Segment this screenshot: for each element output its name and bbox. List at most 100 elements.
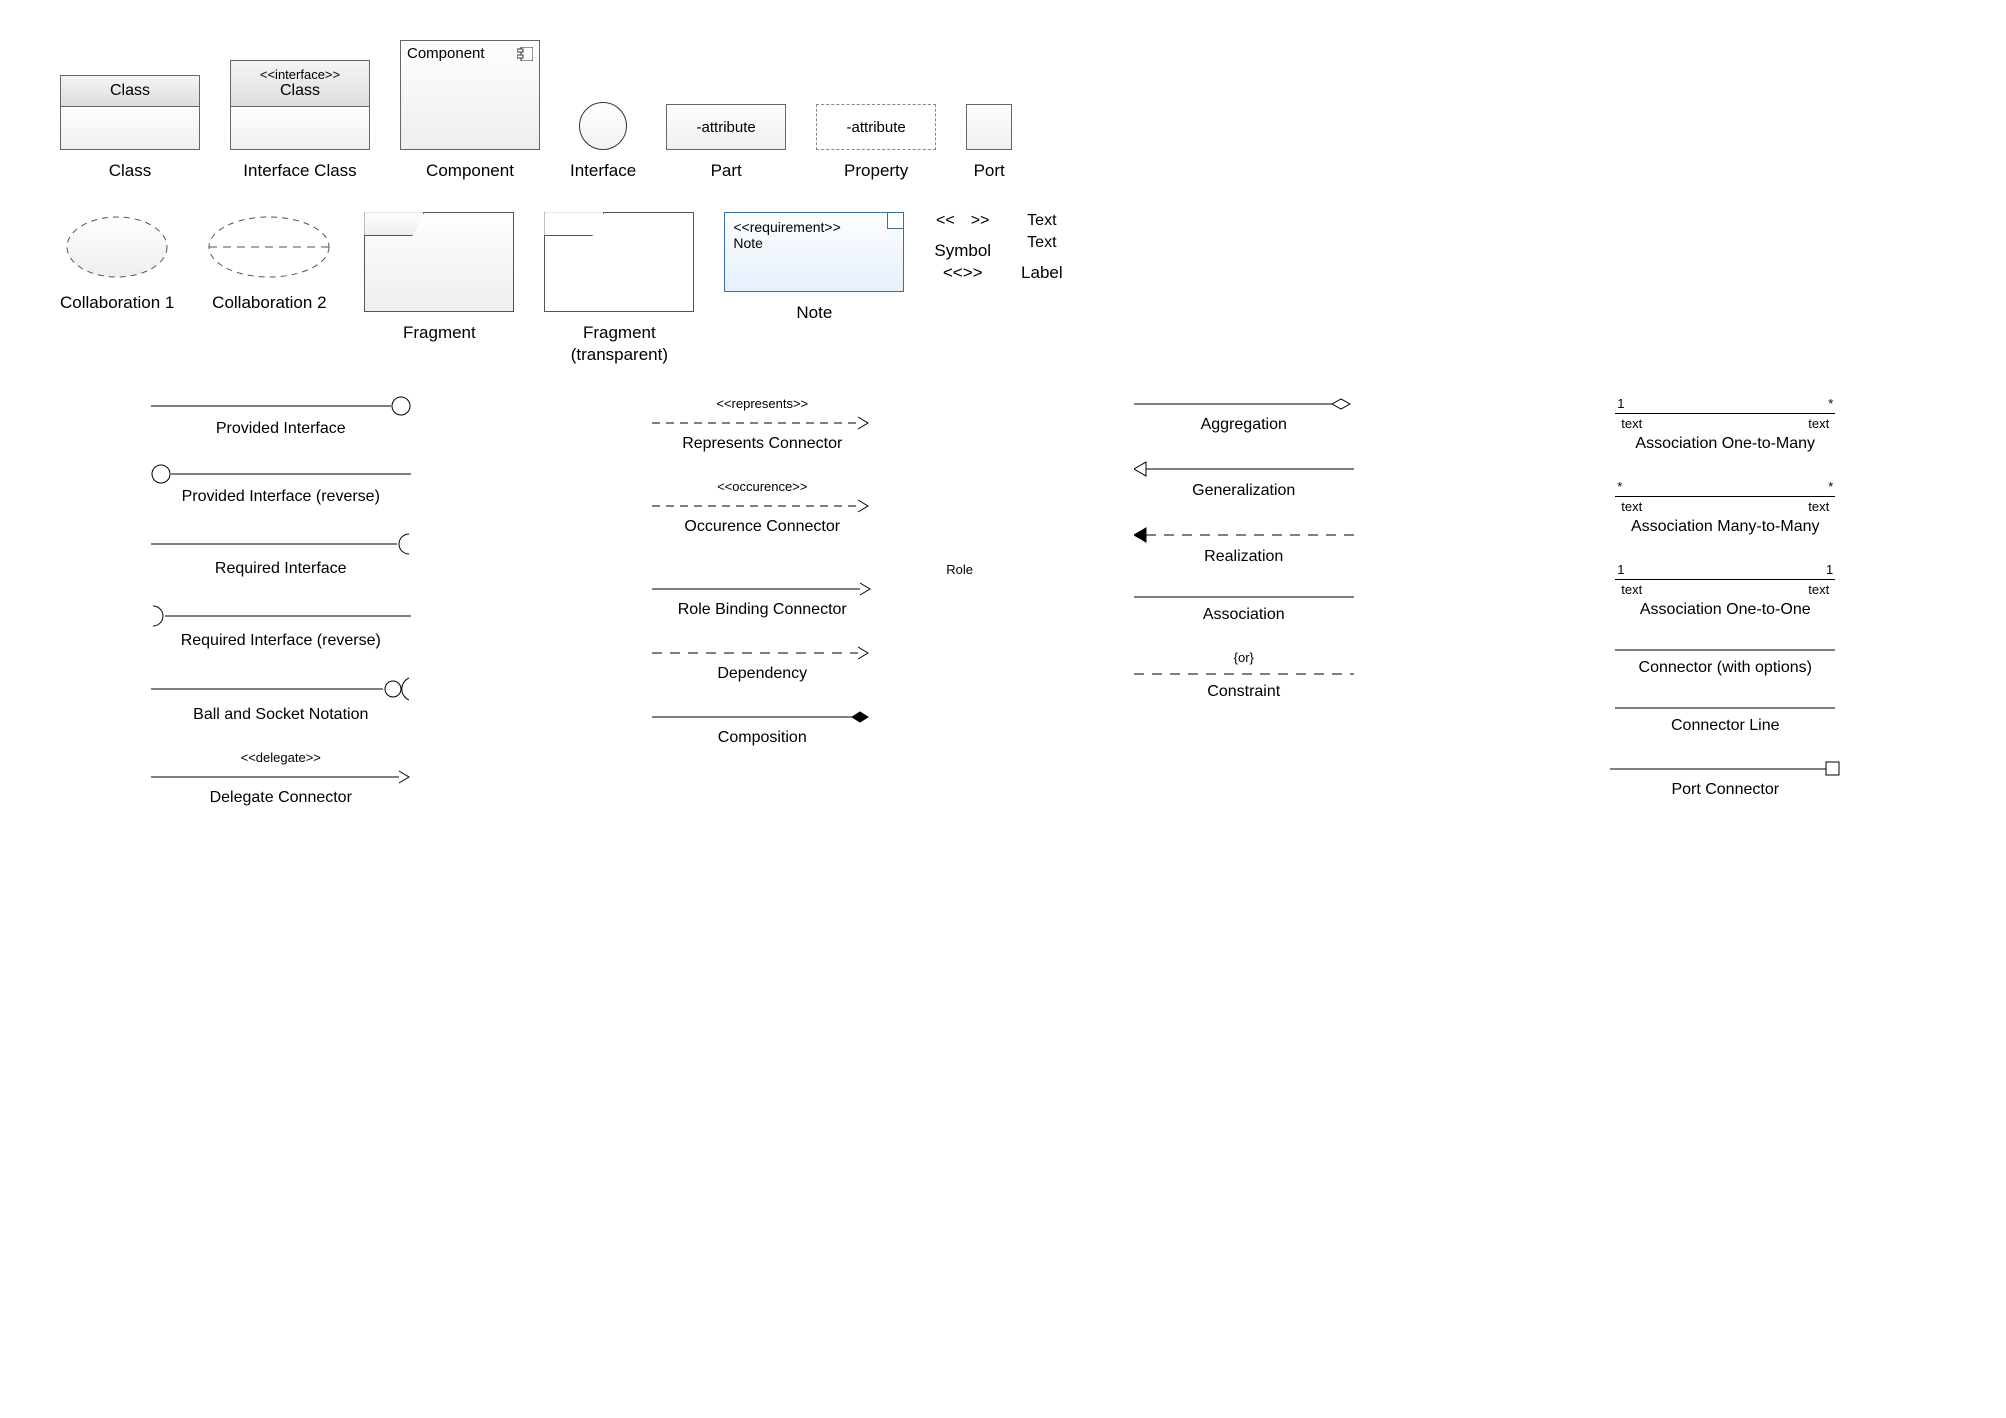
mult-right: 1 [1826,562,1833,577]
required-interface-rev-item: Required Interface (reverse) [60,604,502,650]
assoc-11-item: 11 texttext Association One-to-One [1505,562,1947,619]
constraint-label: Constraint [1207,683,1280,701]
collab1-caption: Collaboration 1 [60,292,174,314]
occurence-arrow-icon [652,498,872,514]
represents-item: <<represents>> Represents Connector [542,396,984,453]
occurence-label: Occurence Connector [684,518,840,536]
property-shape: -attribute [816,104,936,150]
constraint-line-icon [1134,669,1354,679]
symbol-left: << [936,212,955,230]
interface-stereotype: <<interface>> [235,67,365,82]
represents-stereotype: <<represents>> [716,396,808,411]
note-caption: Note [796,302,832,324]
provided-interface-rev-item: Provided Interface (reverse) [60,464,502,506]
connector-opts-icon [1615,645,1835,655]
dependency-label: Dependency [717,665,807,683]
role-left: text [1621,416,1642,431]
provided-interface-label: Provided Interface [216,420,346,438]
port-connector-label: Port Connector [1671,781,1779,799]
assoc-1m-label: Association One-to-Many [1635,435,1815,453]
required-interface-rev-label: Required Interface (reverse) [181,632,381,650]
generalization-label: Generalization [1192,482,1295,500]
constraint-item: {or} Constraint [1023,650,1465,701]
connector-line-item: Connector Line [1505,703,1947,735]
connectors-col-2: <<represents>> Represents Connector <<oc… [542,396,984,807]
mult-right: * [1828,396,1833,411]
assoc-mm-item: * * text text Association Many-to-Many [1505,479,1947,536]
association-item: Association [1023,592,1465,624]
assoc-line [1615,413,1835,414]
note-text: Note [733,235,895,251]
represents-label: Represents Connector [682,435,842,453]
generalization-item: Generalization [1023,460,1465,500]
shapes-row-2: Collaboration 1 Collaboration 2 Fragment… [60,212,1946,366]
class-cell: Class Class [60,75,200,182]
symbol-right: >> [971,212,990,230]
role-left: text [1621,499,1642,514]
assoc-1m-diagram: 1 * text text [1615,396,1835,431]
class-caption: Class [109,160,152,182]
delegate-label: Delegate Connector [210,789,352,807]
required-interface-icon [151,532,411,556]
association-label: Association [1203,606,1285,624]
connector-opts-label: Connector (with options) [1639,659,1812,677]
symbol-caption: Symbol <<>> [934,240,991,284]
composition-arrow-icon [652,709,872,725]
mult-left: 1 [1617,562,1624,577]
connectors-col-1: Provided Interface Provided Interface (r… [60,396,502,807]
mult-left: 1 [1617,396,1624,411]
association-line-icon [1134,592,1354,602]
assoc-11-diagram: 1 1 text text [1615,562,1835,597]
part-shape: -attribute [666,104,786,150]
required-interface-label: Required Interface [215,560,347,578]
text-label-stack: Text Text [1027,212,1056,252]
component-icon [517,47,533,61]
represents-arrow-icon [652,415,872,431]
text-label-1: Text [1027,212,1056,230]
ball-socket-label: Ball and Socket Notation [193,706,368,724]
part-caption: Part [711,160,742,182]
assoc-mm-label: Association Many-to-Many [1631,518,1820,536]
aggregation-item: Aggregation [1023,396,1465,434]
collaboration-ellipse-icon [62,212,172,282]
dependency-arrow-icon [652,645,872,661]
port-cell: Port [966,104,1012,182]
provided-interface-rev-label: Provided Interface (reverse) [182,488,380,506]
realization-arrow-icon [1134,526,1354,544]
connectors-col-3: Aggregation Generalization Realization A… [1023,396,1465,807]
class-shape: Class [60,75,200,150]
provided-interface-rev-icon [151,464,411,484]
role-left: text [1621,582,1642,597]
provided-interface-icon [151,396,411,416]
ball-socket-icon [151,676,411,702]
role-binding-item: Role Role Binding Connector [542,562,984,619]
required-interface-rev-icon [151,604,411,628]
connector-line-label: Connector Line [1671,717,1780,735]
connectors-section: Provided Interface Provided Interface (r… [60,396,1946,807]
dependency-item: Dependency [542,645,984,683]
shapes-row-1: Class Class <<interface>> Class Interfac… [60,40,1946,182]
interface-class-name: Class [235,82,365,100]
realization-item: Realization [1023,526,1465,566]
generalization-arrow-icon [1134,460,1354,478]
component-header: Component [401,41,539,66]
mult-right: * [1828,479,1833,494]
role-right: text [1808,582,1829,597]
note-fold-icon [887,213,903,229]
connectors-col-4: 1 * text text Association One-to-Many * * t… [1505,396,1947,807]
fragment-transparent-shape [544,212,694,312]
mult-left: * [1617,479,1622,494]
collab2-cell: Collaboration 2 [204,212,334,314]
assoc-mm-diagram: * * text text [1615,479,1835,514]
interface-class-header: <<interface>> Class [231,61,369,107]
role-right: text [1808,499,1829,514]
interface-class-body [231,107,369,149]
interface-cell: Interface [570,102,636,182]
symbol-glyphs: << >> [936,212,989,230]
fragment-caption: Fragment [403,322,476,344]
fragment-cell: Fragment [364,212,514,344]
fragment-tab [544,212,604,236]
role-right: text [1808,416,1829,431]
delegate-stereotype: <<delegate>> [241,750,321,765]
port-connector-icon [1610,761,1840,777]
